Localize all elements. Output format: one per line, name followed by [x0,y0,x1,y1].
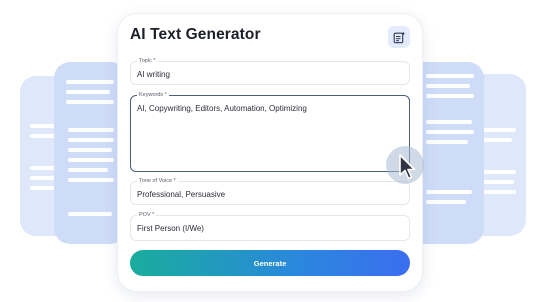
generate-button[interactable]: Generate [130,250,410,276]
keywords-field[interactable]: Keywords * AI, Copywriting, Editors, Aut… [130,92,410,172]
mouse-pointer-icon [399,154,416,180]
pov-select[interactable]: First Person (I/We) [137,224,204,233]
keywords-textarea[interactable]: AI, Copywriting, Editors, Automation, Op… [137,104,307,113]
magic-wand-icon [393,31,405,43]
ai-text-generator-card: AI Text Generator Topic * AI writing Key… [117,13,423,292]
pov-field[interactable]: POV * First Person (I/We) [130,212,410,241]
tone-of-voice-label: Tone of Voice * [137,178,178,185]
tone-of-voice-field[interactable]: Tone of Voice * Professional, Persuasive [130,178,410,205]
keywords-label: Keywords * [137,92,169,99]
generate-button-label: Generate [253,258,287,268]
page-title: AI Text Generator [130,26,261,43]
tone-of-voice-input[interactable]: Professional, Persuasive [137,190,225,199]
pov-label: POV * [137,212,157,219]
topic-label: Topic * [137,58,158,65]
background-document-left [54,62,126,244]
topic-field[interactable]: Topic * AI writing [130,58,410,85]
topic-input[interactable]: AI writing [137,70,170,79]
magic-wand-button[interactable] [388,26,410,48]
